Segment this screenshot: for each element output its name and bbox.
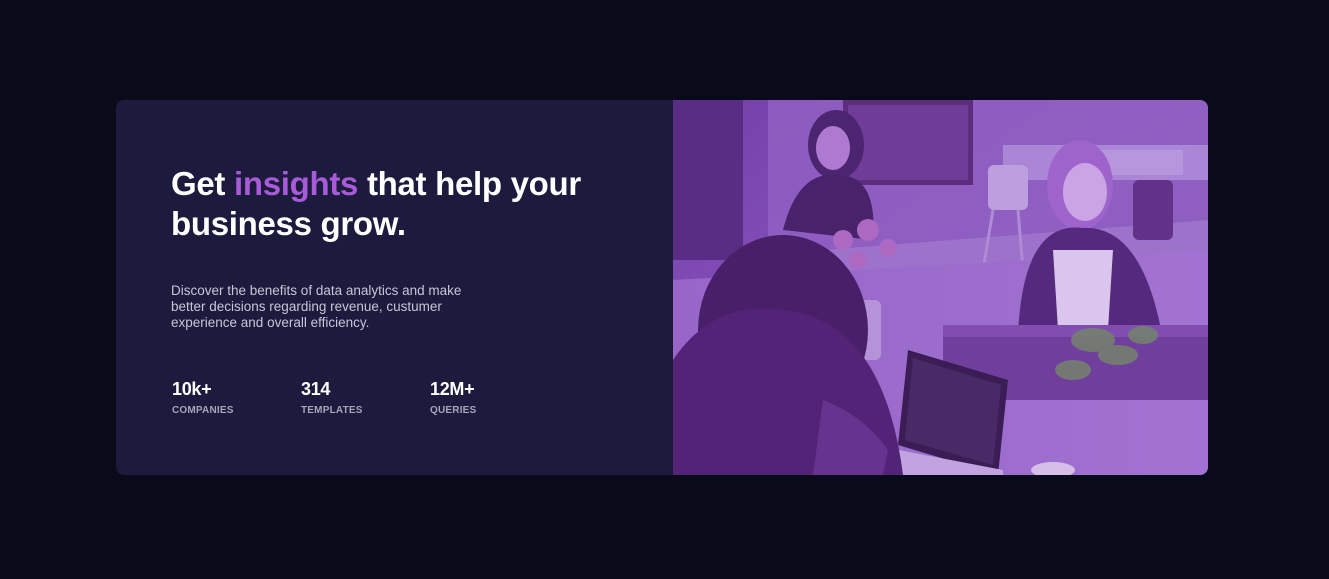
headline-accent: insights	[233, 165, 359, 202]
office-photo-illustration	[673, 100, 1208, 475]
stat-value: 10k+	[172, 379, 212, 399]
card-content: Get insights that help your business gro…	[171, 100, 651, 475]
stat-companies: 10k+ COMPANIES	[172, 378, 301, 416]
stat-label: TEMPLATES	[301, 405, 363, 416]
headline: Get insights that help your business gro…	[171, 164, 591, 244]
description: Discover the benefits of data analytics …	[171, 283, 462, 330]
stat-label: COMPANIES	[172, 405, 234, 416]
stat-templates: 314 TEMPLATES	[301, 378, 430, 416]
stats-row: 10k+ COMPANIES 314 TEMPLATES 12M+ QUERIE…	[172, 378, 559, 416]
stat-value: 12M+	[430, 379, 475, 399]
headline-start: Get	[171, 165, 234, 202]
stat-queries: 12M+ QUERIES	[430, 378, 559, 416]
stats-preview-card: Get insights that help your business gro…	[116, 100, 1208, 475]
stat-value: 314	[301, 379, 331, 399]
stat-label: QUERIES	[430, 405, 477, 416]
office-photo	[673, 100, 1208, 475]
